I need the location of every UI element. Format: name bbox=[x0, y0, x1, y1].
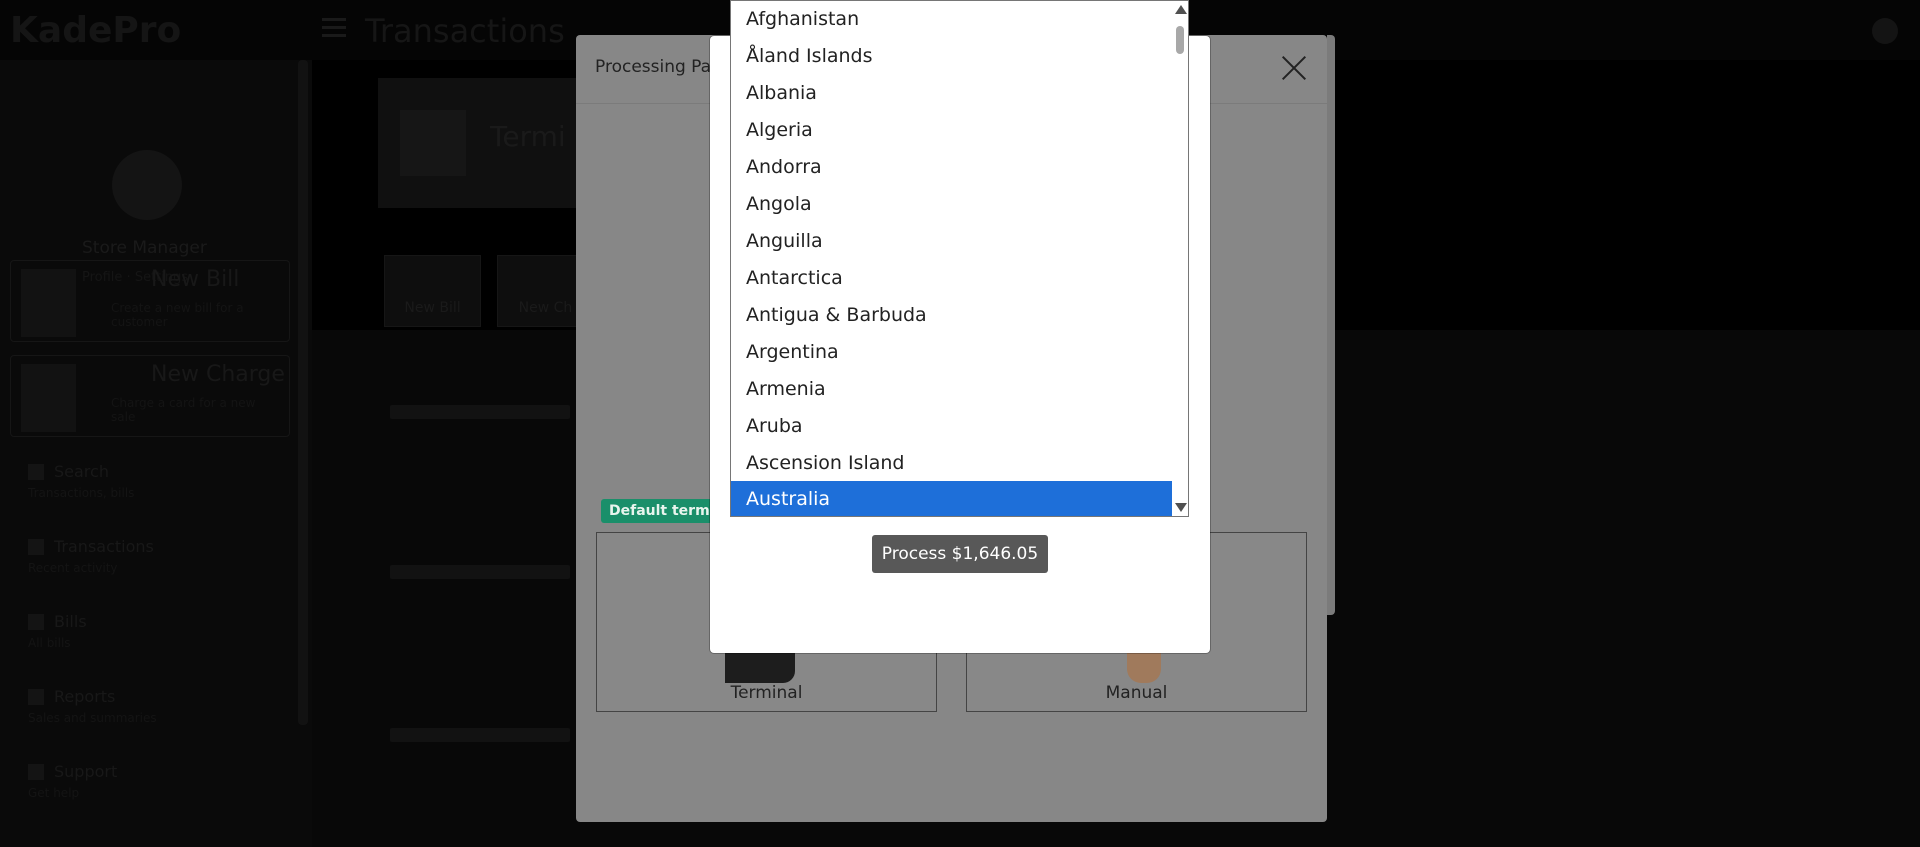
sidebar-item-label: Bills bbox=[54, 612, 87, 631]
bill-icon bbox=[21, 269, 76, 337]
sidebar-item-sub: Get help bbox=[28, 786, 80, 800]
support-icon bbox=[28, 764, 44, 780]
country-option[interactable]: Aruba bbox=[731, 408, 1172, 445]
scroll-down-arrow-icon[interactable] bbox=[1175, 503, 1187, 512]
user-role: Store Manager bbox=[82, 238, 207, 258]
quick-button-label: New Bill bbox=[404, 300, 461, 316]
dropdown-scrollbar[interactable] bbox=[1172, 1, 1188, 516]
history-icon bbox=[28, 539, 44, 555]
quick-new-bill-button[interactable]: New Bill bbox=[384, 255, 481, 327]
scroll-up-arrow-icon[interactable] bbox=[1175, 5, 1187, 14]
country-option[interactable]: Anguilla bbox=[731, 223, 1172, 260]
card-title: New Charge bbox=[151, 362, 285, 387]
country-option[interactable]: Argentina bbox=[731, 334, 1172, 371]
modal-title: Processing Pa bbox=[595, 57, 712, 77]
chart-icon bbox=[28, 689, 44, 705]
card-desc: Charge a card for a new sale bbox=[111, 396, 256, 424]
country-option[interactable]: Antarctica bbox=[731, 260, 1172, 297]
terminal-title: Termi bbox=[490, 120, 566, 153]
country-option[interactable]: Armenia bbox=[731, 371, 1172, 408]
sidebar-scrollbar[interactable] bbox=[298, 60, 308, 725]
country-option[interactable]: Andorra bbox=[731, 149, 1172, 186]
menu-icon[interactable] bbox=[322, 18, 346, 38]
transaction-row bbox=[390, 405, 570, 419]
country-option[interactable]: Antigua & Barbuda bbox=[731, 297, 1172, 334]
transaction-row bbox=[390, 728, 570, 742]
charge-icon bbox=[21, 364, 76, 432]
sidebar-item-label: Reports bbox=[54, 687, 116, 706]
sidebar-item-search[interactable]: Search Transactions, bills bbox=[28, 462, 288, 518]
country-option[interactable]: Angola bbox=[731, 186, 1172, 223]
country-option[interactable]: Afghanistan bbox=[731, 1, 1172, 38]
modal-scrollbar[interactable] bbox=[1327, 35, 1335, 615]
country-option[interactable]: Åland Islands bbox=[731, 38, 1172, 75]
sidebar-item-label: Search bbox=[54, 462, 109, 481]
country-dropdown-list[interactable]: Afghanistan Åland Islands Albania Algeri… bbox=[730, 0, 1189, 517]
sidebar-item-sub: Transactions, bills bbox=[28, 486, 135, 500]
page-title: Transactions bbox=[365, 12, 565, 50]
card-desc: Create a new bill for a customer bbox=[111, 301, 244, 329]
process-payment-button[interactable]: Process $1,646.05 bbox=[872, 535, 1048, 573]
new-charge-card[interactable]: New Charge Charge a card for a new sale bbox=[10, 355, 290, 437]
app-logo: KadePro bbox=[10, 10, 182, 51]
user-icon[interactable] bbox=[1872, 18, 1898, 44]
sidebar-item-reports[interactable]: Reports Sales and summaries bbox=[28, 687, 288, 743]
sidebar: Store Manager Profile · Settings New Bil… bbox=[0, 60, 312, 847]
new-bill-card[interactable]: New Bill Create a new bill for a custome… bbox=[10, 260, 290, 342]
transaction-row bbox=[390, 565, 570, 579]
country-option-selected[interactable]: Australia bbox=[731, 481, 1172, 516]
sidebar-item-label: Support bbox=[54, 762, 118, 781]
method-label: Manual bbox=[1105, 683, 1168, 703]
sidebar-item-sub: Sales and summaries bbox=[28, 711, 157, 725]
sidebar-item-support[interactable]: Support Get help bbox=[28, 762, 288, 818]
country-option[interactable]: Ascension Island bbox=[731, 445, 1172, 482]
method-label: Terminal bbox=[730, 683, 803, 703]
sidebar-item-bills[interactable]: Bills All bills bbox=[28, 612, 288, 668]
search-icon bbox=[28, 464, 44, 480]
sidebar-item-label: Transactions bbox=[54, 537, 154, 556]
sidebar-item-sub: All bills bbox=[28, 636, 71, 650]
country-option[interactable]: Algeria bbox=[731, 112, 1172, 149]
country-option[interactable]: Albania bbox=[731, 75, 1172, 112]
card-title: New Bill bbox=[151, 267, 240, 292]
close-icon[interactable] bbox=[1280, 54, 1308, 82]
avatar bbox=[112, 150, 182, 220]
sidebar-item-sub: Recent activity bbox=[28, 561, 118, 575]
document-icon bbox=[28, 614, 44, 630]
scroll-thumb[interactable] bbox=[1176, 26, 1184, 54]
terminal-icon bbox=[400, 110, 466, 176]
sidebar-item-transactions[interactable]: Transactions Recent activity bbox=[28, 537, 288, 593]
